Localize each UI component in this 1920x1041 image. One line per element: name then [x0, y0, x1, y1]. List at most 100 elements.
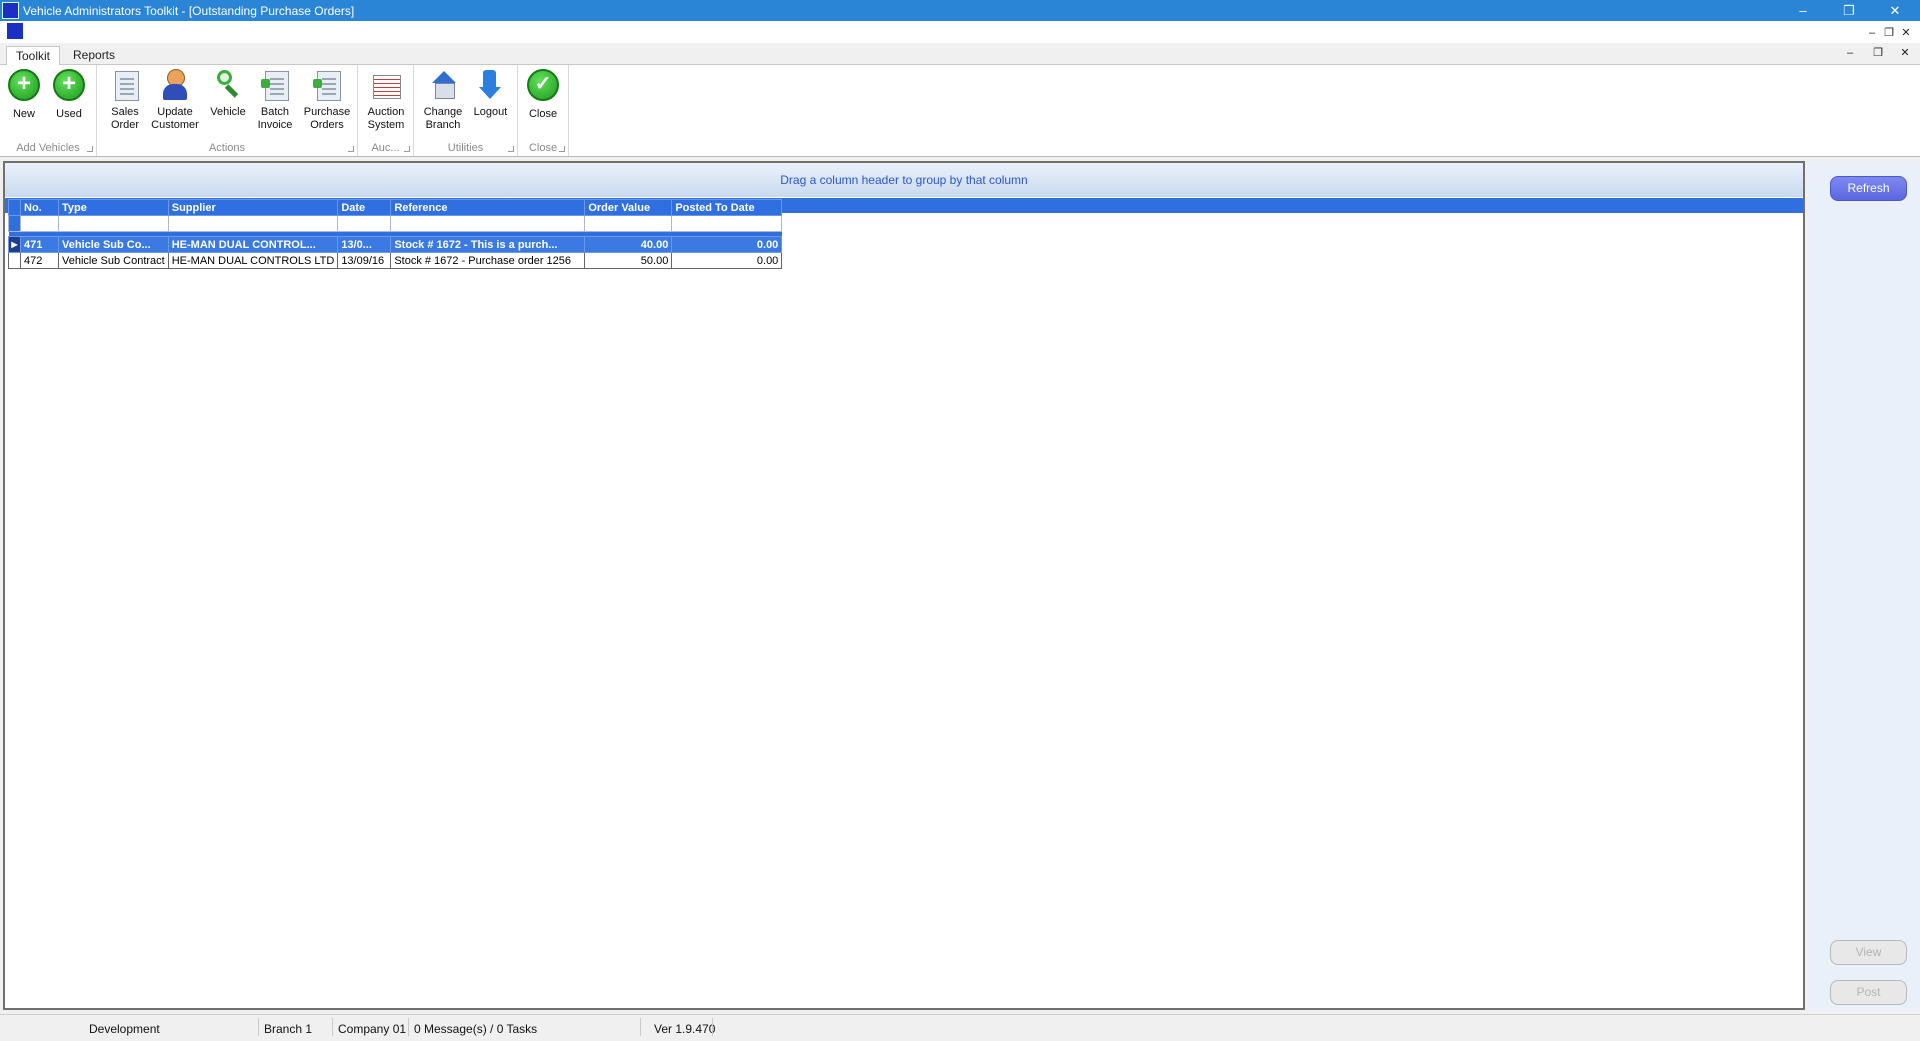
label-line: Vehicle	[210, 106, 246, 118]
group-add-vehicles: + New + Used Add Vehicles	[0, 65, 97, 156]
label-line: Update	[157, 106, 193, 118]
status-environment: Development	[89, 1022, 160, 1036]
batch-invoice-icon	[257, 67, 293, 103]
column-header-no[interactable]: No.	[20, 199, 59, 216]
ribbon: + New + Used Add Vehicles Sales Order Up…	[0, 65, 1920, 157]
status-bar: Development Branch 1 Company 01 0 Messag…	[0, 1014, 1920, 1041]
filter-cell[interactable]	[58, 215, 169, 232]
group-close: ✓ Close Close	[518, 65, 569, 156]
tab-reports[interactable]: Reports	[64, 46, 124, 64]
label-line: Purchase	[303, 106, 351, 118]
purchase-orders-button[interactable]: Purchase Orders	[300, 67, 354, 132]
purchase-orders-icon	[309, 67, 345, 103]
logout-arrow-icon	[473, 67, 509, 103]
child-restore-button[interactable]: ❐	[1881, 26, 1897, 40]
check-icon: ✓	[527, 69, 559, 101]
ribbon-minimize-button[interactable]: –	[1842, 46, 1858, 60]
grid-header-row: No. Type Supplier Date Reference Order V…	[8, 199, 783, 216]
group-expand-icon[interactable]	[559, 146, 565, 152]
column-header-posted-to-date[interactable]: Posted To Date	[671, 199, 783, 216]
cell-date[interactable]: 13/0...	[337, 236, 392, 253]
cell-supplier[interactable]: HE-MAN DUAL CONTROLS LTD	[167, 252, 339, 269]
post-button[interactable]: Post	[1830, 980, 1907, 1005]
row-indicator-header	[8, 199, 21, 216]
cell-type[interactable]: Vehicle Sub Contract	[58, 252, 169, 269]
group-expand-icon[interactable]	[348, 146, 354, 152]
cell-date[interactable]: 13/09/16	[337, 252, 392, 269]
restore-button[interactable]: ❐	[1826, 0, 1872, 21]
update-customer-button[interactable]: Update Customer	[147, 67, 203, 132]
filter-cell[interactable]	[584, 215, 673, 232]
customer-icon	[157, 67, 193, 103]
label-line: Orders	[310, 119, 344, 131]
label-line: System	[367, 119, 405, 131]
minimize-button[interactable]: –	[1780, 0, 1826, 21]
filter-row-icon	[8, 215, 21, 232]
label-line: Change	[423, 106, 463, 118]
app-icon[interactable]	[2, 2, 19, 19]
table-row[interactable]: 472 Vehicle Sub Contract HE-MAN DUAL CON…	[8, 252, 783, 269]
tab-toolkit[interactable]: Toolkit	[6, 46, 61, 65]
ribbon-close-button[interactable]: ✕	[1897, 46, 1913, 60]
add-icon: +	[53, 69, 85, 101]
cell-reference[interactable]: Stock # 1672 - This is a purch...	[390, 236, 586, 253]
batch-invoice-button[interactable]: Batch Invoice	[251, 67, 299, 132]
column-header-date[interactable]: Date	[337, 199, 392, 216]
column-header-type[interactable]: Type	[58, 199, 169, 216]
status-messages: 0 Message(s) / 0 Tasks	[414, 1022, 538, 1036]
cell-no[interactable]: 471	[20, 236, 59, 253]
refresh-button[interactable]: Refresh	[1830, 176, 1907, 201]
change-branch-button[interactable]: Change Branch	[418, 67, 468, 132]
add-icon: +	[8, 69, 40, 101]
status-divider	[332, 1018, 333, 1036]
cell-type[interactable]: Vehicle Sub Co...	[58, 236, 169, 253]
filter-cell[interactable]	[337, 215, 392, 232]
cell-posted-to-date[interactable]: 0.00	[671, 252, 783, 269]
row-indicator	[8, 252, 21, 269]
table-row[interactable]: ▶ 471 Vehicle Sub Co... HE-MAN DUAL CONT…	[8, 236, 783, 253]
filter-cell[interactable]	[167, 215, 339, 232]
column-header-order-value[interactable]: Order Value	[584, 199, 673, 216]
purchase-orders-grid: No. Type Supplier Date Reference Order V…	[8, 199, 783, 269]
cell-reference[interactable]: Stock # 1672 - Purchase order 1256	[390, 252, 586, 269]
column-header-supplier[interactable]: Supplier	[167, 199, 339, 216]
cell-supplier[interactable]: HE-MAN DUAL CONTROL...	[167, 236, 339, 253]
cell-order-value[interactable]: 50.00	[584, 252, 673, 269]
close-window-button[interactable]: ✕	[1872, 0, 1918, 21]
group-expand-icon[interactable]	[87, 146, 93, 152]
close-label: Close	[528, 108, 558, 120]
used-vehicle-button[interactable]: + Used	[49, 67, 89, 121]
mdi-strip: – ❐ ✕	[0, 21, 1920, 43]
ribbon-restore-button[interactable]: ❐	[1870, 46, 1886, 60]
side-panel: Refresh View Post	[1807, 161, 1920, 1010]
status-divider	[408, 1018, 409, 1036]
group-expand-icon[interactable]	[508, 146, 514, 152]
sales-order-button[interactable]: Sales Order	[101, 67, 149, 132]
label-line: Branch	[425, 119, 461, 131]
auction-system-button[interactable]: Auction System	[361, 67, 411, 132]
group-expand-icon[interactable]	[404, 146, 410, 152]
title-bar: Vehicle Administrators Toolkit - [Outsta…	[0, 0, 1920, 21]
view-button[interactable]: View	[1830, 940, 1907, 965]
filter-cell[interactable]	[20, 215, 59, 232]
cell-order-value[interactable]: 40.00	[584, 236, 673, 253]
group-auction: Auction System Auc...	[358, 65, 414, 156]
group-label: Utilities	[447, 142, 484, 154]
sales-order-icon	[107, 67, 143, 103]
close-button[interactable]: ✓ Close	[522, 67, 564, 121]
filter-cell[interactable]	[671, 215, 783, 232]
child-minimize-button[interactable]: –	[1864, 26, 1880, 40]
child-window-icon[interactable]	[7, 23, 23, 39]
cell-posted-to-date[interactable]: 0.00	[671, 236, 783, 253]
child-close-button[interactable]: ✕	[1898, 26, 1914, 40]
search-icon	[210, 67, 246, 103]
vehicle-button[interactable]: Vehicle	[203, 67, 253, 119]
group-label: Add Vehicles	[16, 142, 80, 154]
window-title: Vehicle Administrators Toolkit - [Outsta…	[23, 4, 355, 18]
logout-button[interactable]: Logout	[468, 67, 513, 119]
new-vehicle-button[interactable]: + New	[4, 67, 44, 121]
column-header-reference[interactable]: Reference	[390, 199, 586, 216]
group-by-panel[interactable]: Drag a column header to group by that co…	[5, 163, 1803, 197]
cell-no[interactable]: 472	[20, 252, 59, 269]
filter-cell[interactable]	[390, 215, 586, 232]
